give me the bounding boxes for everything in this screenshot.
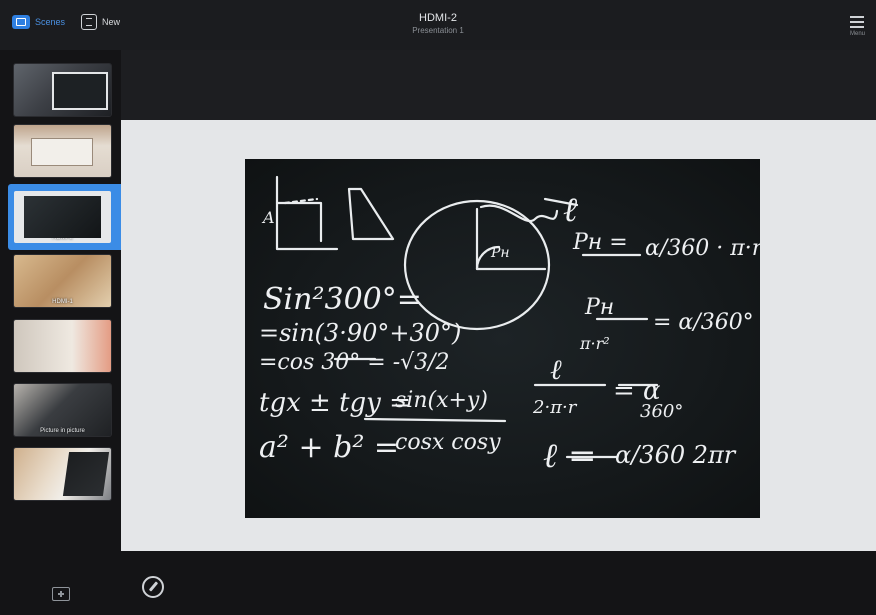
- svg-text:α/360 2πr: α/360 2πr: [615, 441, 737, 469]
- svg-text:cosx cosy: cosx cosy: [395, 430, 501, 455]
- source-title: HDMI-2: [419, 12, 457, 24]
- scene-thumbnail[interactable]: HDMI-1: [14, 255, 111, 307]
- svg-text:ℓ: ℓ: [550, 353, 562, 386]
- chalkboard-drawing: A Sin²300°= =sin(3·90°+30°) =cos 30° = -…: [259, 175, 760, 476]
- scene-caption: HDMI-1: [52, 299, 73, 305]
- svg-text:=sin(3·90°+30°): =sin(3·90°+30°): [259, 319, 461, 347]
- svg-text:360°: 360°: [640, 401, 683, 422]
- preview-canvas: A Sin²300°= =sin(3·90°+30°) =cos 30° = -…: [121, 120, 876, 551]
- svg-text:= α/360°: = α/360°: [653, 310, 754, 335]
- scene-list: HDMI-2 HDMI-1 Picture in picture: [0, 50, 121, 615]
- svg-text:Sin²300°=: Sin²300°=: [263, 282, 422, 317]
- top-bar: Scenes New HDMI-2 Presentation 1 Menu: [0, 0, 876, 50]
- scene-thumbnail[interactable]: Picture in picture: [14, 384, 111, 436]
- scene-thumbnail[interactable]: [14, 125, 111, 177]
- svg-text:ℓ: ℓ: [563, 190, 577, 230]
- svg-text:Pн: Pн: [584, 295, 614, 320]
- svg-text:ℓ =: ℓ =: [543, 436, 596, 476]
- menu-button[interactable]: Menu: [850, 16, 865, 37]
- svg-text:π·r²: π·r²: [579, 334, 610, 353]
- svg-text:a² + b² =: a² + b² =: [259, 430, 399, 465]
- svg-text:Pн =: Pн =: [572, 230, 628, 255]
- source-title-area: HDMI-2 Presentation 1: [0, 12, 876, 36]
- scene-caption: HDMI-2: [52, 235, 73, 241]
- svg-text:α/360 · π·r²: α/360 · π·r²: [645, 236, 760, 261]
- bottom-toolbar: [121, 551, 876, 615]
- chalkboard-image: A Sin²300°= =sin(3·90°+30°) =cos 30° = -…: [245, 159, 760, 518]
- preview-header-area: [121, 50, 876, 120]
- source-subtitle: Presentation 1: [412, 26, 464, 35]
- menu-icon-bar: [850, 21, 864, 23]
- svg-text:=cos 30° = -√3/2: =cos 30° = -√3/2: [259, 350, 450, 375]
- scene-caption: Picture in picture: [40, 428, 85, 434]
- menu-caption: Menu: [850, 31, 866, 37]
- svg-text:Pн: Pн: [490, 245, 510, 261]
- scene-thumbnail[interactable]: [14, 320, 111, 372]
- svg-text:A: A: [261, 208, 275, 227]
- add-scene-icon[interactable]: [52, 587, 70, 601]
- edit-pen-icon[interactable]: [142, 576, 164, 598]
- svg-text:2·π·r: 2·π·r: [532, 397, 578, 418]
- svg-text:sin(x+y): sin(x+y): [395, 388, 488, 413]
- scene-thumbnail[interactable]: [14, 64, 111, 116]
- menu-icon-bar: [850, 26, 864, 28]
- scene-thumbnail[interactable]: [14, 448, 111, 500]
- scene-thumbnail-selected[interactable]: HDMI-2: [14, 191, 111, 243]
- svg-text:tgx ± tgy =: tgx ± tgy =: [259, 388, 411, 418]
- menu-icon: [850, 16, 864, 18]
